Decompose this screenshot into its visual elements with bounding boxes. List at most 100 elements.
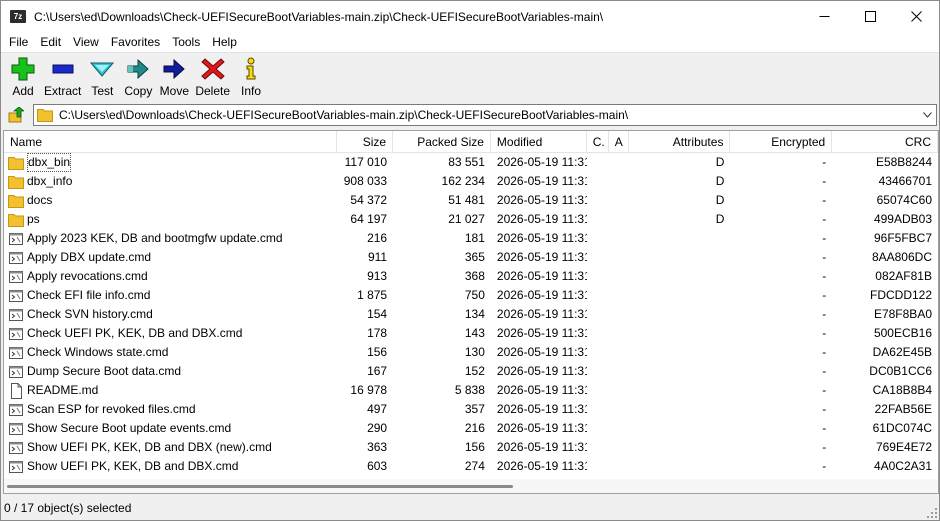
file-name-cell[interactable]: dbx_info [4,172,337,191]
file-row[interactable]: dbx_bin 117 010 83 551 2026-05-19 11:31 D - E5… [4,153,938,172]
file-a [609,324,629,343]
column-name[interactable]: Name [4,131,338,153]
menu-view[interactable]: View [67,32,105,52]
file-name-cell[interactable]: Dump Secure Boot data.cmd [4,362,337,381]
file-row[interactable]: docs 54 372 51 481 2026-05-19 11:31 D - 65074C… [4,191,938,210]
scrollbar-thumb[interactable] [7,485,513,488]
delete-button[interactable]: Delete [192,53,233,98]
file-name-cell[interactable]: Check SVN history.cmd [4,305,337,324]
column-size[interactable]: Size [337,131,394,153]
close-button[interactable] [893,1,939,32]
file-attributes [629,229,731,248]
file-row[interactable]: Apply 2023 KEK, DB and bootmgfw update.c… [4,229,938,248]
cmd-file-icon [9,460,23,473]
file-crc: 43466701 [878,174,932,188]
address-field[interactable]: C:\Users\ed\Downloads\Check-UEFISecureBo… [33,104,937,126]
maximize-button[interactable] [847,1,893,32]
menu-tools[interactable]: Tools [166,32,206,52]
column-modified[interactable]: Modified [491,131,587,153]
column-encrypted[interactable]: Encrypted [730,131,833,153]
file-row[interactable]: Check SVN history.cmd 154 134 2026-05-19 11… [4,305,938,324]
column-a[interactable]: A [609,131,629,153]
minus-icon [52,64,74,74]
file-attributes [629,457,731,476]
file-name-cell[interactable]: Check EFI file info.cmd [4,286,337,305]
up-folder-button[interactable] [3,104,29,126]
copy-label: Copy [124,84,153,98]
check-chevron-icon [90,62,115,77]
file-name-cell[interactable]: Apply revocations.cmd [4,267,337,286]
file-modified: 2026-05-19 11:31 [496,155,587,169]
file-size: 156 [367,345,388,359]
folder-icon [8,213,24,227]
move-button[interactable]: Move [156,53,192,98]
menu-file[interactable]: File [3,32,34,52]
file-name-cell[interactable]: Check Windows state.cmd [4,343,337,362]
file-c [587,229,609,248]
file-name-cell[interactable]: Show UEFI PK, KEK, DB and DBX (new).cmd [4,438,337,457]
file-name-cell[interactable]: Show Secure Boot update events.cmd [4,419,337,438]
file-encrypted: - [822,307,827,321]
menu-favorites[interactable]: Favorites [105,32,166,52]
file-packed-size: 152 [464,364,485,378]
file-crc: 4A0C2A31 [873,459,932,473]
file-row[interactable]: Show UEFI PK, KEK, DB and DBX.cmd 603 274 2… [4,457,938,476]
column-attributes[interactable]: Attributes [629,131,731,153]
file-name-cell[interactable]: ps [4,210,337,229]
copy-button[interactable]: Copy [120,53,156,98]
cmd-file-icon [9,422,23,435]
file-name-cell[interactable]: Scan ESP for revoked files.cmd [4,400,337,419]
toolbar: Add Extract Test Copy Move Delete Info [1,52,939,102]
menu-help[interactable]: Help [206,32,243,52]
file-name-cell[interactable]: Apply DBX update.cmd [4,248,337,267]
file-attributes [629,248,731,267]
file-row[interactable]: Check UEFI PK, KEK, DB and DBX.cmd 178 143… [4,324,938,343]
resize-grip-icon[interactable] [927,508,937,518]
file-encrypted: - [822,231,827,245]
file-name-cell[interactable]: Apply 2023 KEK, DB and bootmgfw update.c… [4,229,337,248]
add-button[interactable]: Add [5,53,41,98]
file-row[interactable]: README.md 16 978 5 838 2026-05-19 11:31 - CA1… [4,381,938,400]
file-row[interactable]: Show Secure Boot update events.cmd 290 216… [4,419,938,438]
minimize-button[interactable] [801,1,847,32]
file-packed-size: 368 [464,269,485,283]
file-encrypted: - [822,174,827,188]
file-row[interactable]: ps 64 197 21 027 2026-05-19 11:31 D - 499ADB03 [4,210,938,229]
menu-edit[interactable]: Edit [34,32,67,52]
file-c [587,362,609,381]
file-c [587,267,609,286]
file-name-cell[interactable]: dbx_bin [4,153,337,172]
test-button[interactable]: Test [84,53,120,98]
cmd-file-icon [9,365,23,378]
file-name: Check Windows state.cmd [27,345,169,359]
file-crc: 500ECB16 [873,326,932,340]
file-row[interactable]: Check EFI file info.cmd 1 875 750 2026-05-1… [4,286,938,305]
file-row[interactable]: Dump Secure Boot data.cmd 167 152 2026-05-1… [4,362,938,381]
file-row[interactable]: Show UEFI PK, KEK, DB and DBX (new).cmd 3… [4,438,938,457]
column-packed-size[interactable]: Packed Size [393,131,491,153]
file-name-cell[interactable]: README.md [4,381,337,400]
file-name-cell[interactable]: Check UEFI PK, KEK, DB and DBX.cmd [4,324,337,343]
file-list[interactable]: Name Size Packed Size Modified C. A Attr… [3,130,939,494]
column-crc[interactable]: CRC [832,131,938,153]
file-name-cell[interactable]: docs [4,191,337,210]
column-c[interactable]: C. [587,131,609,153]
file-row[interactable]: Apply DBX update.cmd 911 365 2026-05-19 11:… [4,248,938,267]
file-packed-size: 750 [464,288,485,302]
file-crc: DA62E45B [872,345,932,359]
extract-button[interactable]: Extract [41,53,84,98]
file-modified: 2026-05-19 11:31 [496,231,587,245]
file-crc: DC0B1CC6 [869,364,932,378]
close-icon [910,11,922,22]
cmd-file-icon [9,270,23,283]
address-dropdown[interactable] [918,112,936,118]
file-packed-size: 51 481 [448,193,485,207]
horizontal-scrollbar[interactable] [4,479,938,493]
file-row[interactable]: Apply revocations.cmd 913 368 2026-05-19 11… [4,267,938,286]
file-name-cell[interactable]: Show UEFI PK, KEK, DB and DBX.cmd [4,457,337,476]
file-row[interactable]: dbx_info 908 033 162 234 2026-05-19 11:31 D -… [4,172,938,191]
info-button[interactable]: Info [233,53,269,98]
file-row[interactable]: Check Windows state.cmd 156 130 2026-05-19 … [4,343,938,362]
file-row[interactable]: Scan ESP for revoked files.cmd 497 357 2026… [4,400,938,419]
file-modified: 2026-05-19 11:31 [496,459,587,473]
